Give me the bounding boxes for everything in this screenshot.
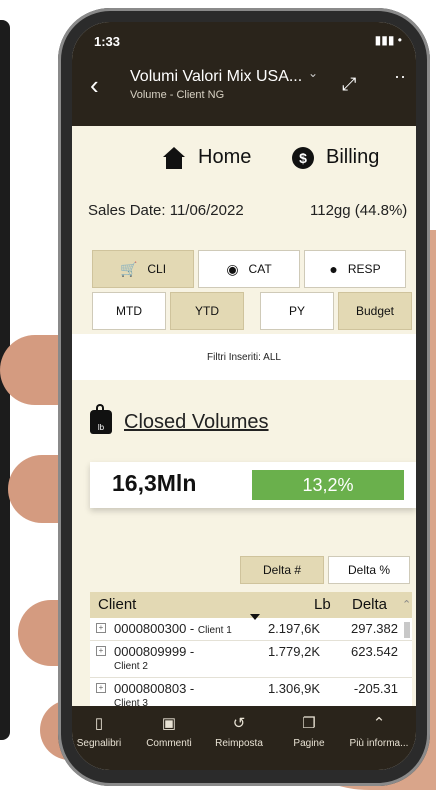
client-delta: 623.542: [351, 644, 398, 659]
cli-button[interactable]: 🛒 CLI: [92, 250, 194, 288]
pages-button[interactable]: ❐ Pagine: [274, 714, 344, 749]
status-time: 1:33: [94, 34, 121, 49]
column-client[interactable]: Client: [98, 596, 136, 613]
resp-label: RESP: [347, 262, 381, 276]
delta-hash-button[interactable]: Delta #: [240, 556, 324, 584]
comment-icon: ▣: [161, 715, 177, 732]
tag-icon: ◉: [226, 260, 239, 277]
client-lb: 1.306,9K: [267, 681, 320, 696]
comments-button[interactable]: ▣ Commenti: [134, 714, 204, 749]
status-bar: 1:33 ▮▮▮ •: [72, 22, 416, 56]
app-bar: ‹ Volumi Valori Mix USA... ⌄ Volume - Cl…: [72, 56, 416, 126]
bookmarks-button[interactable]: ▯ Segnalibri: [72, 714, 134, 749]
resp-button[interactable]: ● RESP: [304, 250, 406, 288]
delta-pct-button[interactable]: Delta %: [328, 556, 410, 584]
scroll-up-icon[interactable]: ⌃: [402, 598, 411, 611]
nav-row: Home $ Billing: [72, 146, 416, 186]
back-arrow-icon[interactable]: ‹: [90, 70, 99, 101]
bookmarks-label: Segnalibri: [76, 738, 122, 749]
budget-button[interactable]: Budget: [338, 292, 412, 330]
client-code: 0000809999 -: [114, 644, 195, 659]
client-delta: -205.31: [353, 681, 398, 696]
bottom-toolbar: ▯ Segnalibri ▣ Commenti ↺ Reimposta ❐ Pa…: [72, 706, 416, 770]
table-scrollbar[interactable]: [404, 622, 410, 638]
client-lb: 2.197,6K: [267, 621, 320, 636]
comments-label: Commenti: [146, 738, 192, 749]
py-button[interactable]: PY: [260, 292, 334, 330]
pages-icon: ❐: [302, 715, 316, 732]
dollar-icon: $: [292, 146, 314, 169]
reset-button[interactable]: ↺ Reimposta: [204, 714, 274, 749]
closed-volumes-title[interactable]: Closed Volumes: [124, 411, 269, 434]
report-canvas: Home $ Billing Sales Date: 11/06/2022 11…: [72, 126, 416, 715]
expand-plus-icon[interactable]: +: [96, 623, 106, 633]
reset-icon: ↺: [232, 715, 246, 732]
more-info-button[interactable]: ⌃ Più informa...: [344, 714, 414, 749]
kpi-value: 16,3Mln: [112, 470, 197, 496]
chevron-up-icon: ⌃: [372, 715, 386, 732]
expand-plus-icon[interactable]: +: [96, 683, 106, 693]
weight-icon: lb: [90, 404, 112, 434]
sales-date: Sales Date: 11/06/2022: [88, 202, 244, 219]
kpi-card: 16,3Mln 13,2%: [90, 462, 416, 508]
client-lb: 1.779,2K: [267, 644, 320, 659]
table-row[interactable]: + 0000800300 - Client 1 2.197,6K 297.382: [90, 618, 412, 641]
home-link[interactable]: Home: [162, 146, 251, 169]
sales-days: 112gg (44.8%): [310, 202, 408, 219]
filters-text: Filtri Inseriti: ALL: [72, 334, 416, 380]
cli-label: CLI: [147, 262, 167, 276]
column-lb[interactable]: Lb: [314, 596, 331, 613]
client-code: 0000800300 - Client 1: [114, 621, 232, 636]
cart-icon: 🛒: [119, 260, 138, 277]
more-icon[interactable]: ··: [394, 66, 406, 87]
more-info-label: Più informa...: [349, 738, 409, 749]
pages-label: Pagine: [293, 738, 325, 749]
user-icon: ●: [329, 261, 338, 277]
closed-volumes-header: lb Closed Volumes: [90, 404, 269, 434]
client-name: Client 2: [114, 661, 148, 672]
billing-link[interactable]: $ Billing: [292, 146, 379, 169]
mtd-button[interactable]: MTD: [92, 292, 166, 330]
report-subtitle: Volume - Client NG: [130, 89, 225, 101]
kpi-percent-badge: 13,2%: [252, 470, 404, 500]
cat-label: CAT: [248, 262, 272, 276]
billing-label: Billing: [326, 146, 380, 168]
home-icon: [162, 146, 186, 169]
table-row[interactable]: + 0000809999 - Client 2 1.779,2K 623.542: [90, 641, 412, 678]
report-title[interactable]: Volumi Valori Mix USA...: [130, 68, 302, 86]
ytd-button[interactable]: YTD: [170, 292, 244, 330]
phone-screen: 1:33 ▮▮▮ • ‹ Volumi Valori Mix USA... ⌄ …: [72, 22, 416, 770]
client-table: Client Lb Delta ⌃ + 0000800300 - Client …: [90, 592, 412, 715]
table-header: Client Lb Delta ⌃: [90, 592, 412, 620]
bookmark-icon: ▯: [94, 715, 104, 732]
expand-plus-icon[interactable]: +: [96, 646, 106, 656]
client-code: 0000800803 -: [114, 681, 195, 696]
client-delta: 297.382: [351, 621, 398, 636]
column-delta[interactable]: Delta: [352, 596, 387, 613]
reset-label: Reimposta: [215, 738, 263, 749]
chevron-down-icon[interactable]: ⌄: [308, 66, 318, 80]
expand-icon[interactable]: ⤢: [342, 74, 356, 95]
cat-button[interactable]: ◉ CAT: [198, 250, 300, 288]
signal-wifi-battery-icon: ▮▮▮ •: [374, 33, 402, 47]
home-label: Home: [198, 146, 252, 168]
